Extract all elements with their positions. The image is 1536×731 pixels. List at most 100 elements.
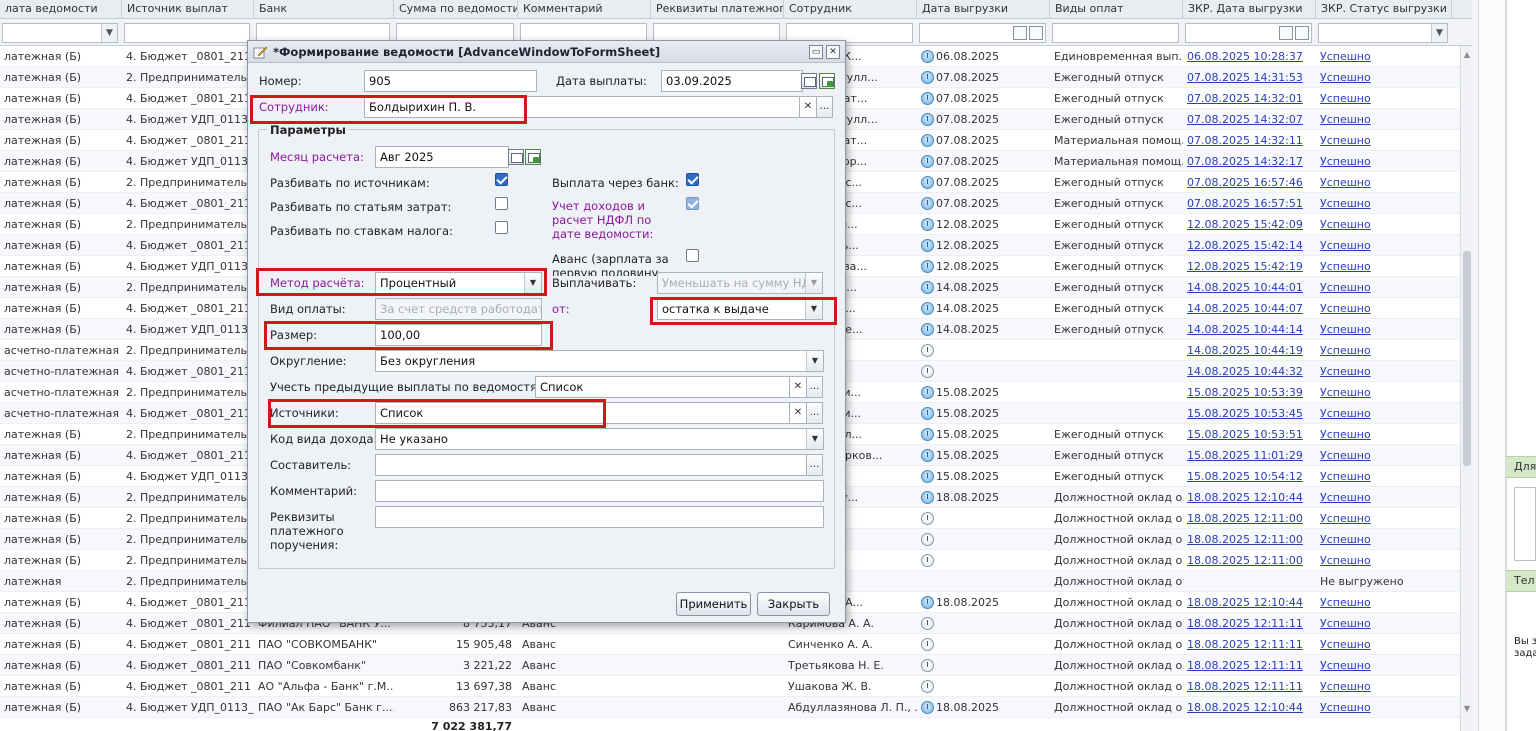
- zkr-status-link[interactable]: Успешно: [1320, 113, 1371, 126]
- calendar-icon[interactable]: [1013, 26, 1027, 40]
- column-header[interactable]: Дата выгрузки: [917, 0, 1050, 19]
- zkr-status-link[interactable]: Успешно: [1320, 239, 1371, 252]
- table-row[interactable]: латежная (Б) 4. Бюджет _0801_211 ПАО "Совк…: [0, 655, 1460, 676]
- zkr-status-link[interactable]: Успешно: [1320, 134, 1371, 147]
- zkr-status-link[interactable]: Успешно: [1320, 659, 1371, 672]
- split-tax-checkbox[interactable]: [495, 221, 508, 234]
- zkr-date-link[interactable]: 14.08.2025 10:44:14: [1187, 323, 1303, 336]
- zkr-date-link[interactable]: 15.08.2025 10:53:45: [1187, 407, 1303, 420]
- zkr-date-link[interactable]: 18.08.2025 12:11:00: [1187, 512, 1303, 525]
- zkr-date-link[interactable]: 07.08.2025 14:32:07: [1187, 113, 1303, 126]
- apply-button[interactable]: Применить: [676, 592, 751, 616]
- calendar-today-icon[interactable]: [819, 73, 835, 89]
- column-header[interactable]: Сотрудник: [784, 0, 917, 19]
- zkr-date-link[interactable]: 07.08.2025 16:57:46: [1187, 176, 1303, 189]
- zkr-date-link[interactable]: 07.08.2025 14:32:17: [1187, 155, 1303, 168]
- zkr-date-link[interactable]: 15.08.2025 10:53:51: [1187, 428, 1303, 441]
- bank-pay-checkbox[interactable]: [686, 173, 699, 186]
- scroll-up-icon[interactable]: ▲: [1462, 50, 1472, 60]
- close-button[interactable]: Закрыть: [757, 592, 830, 616]
- zkr-date-link[interactable]: 18.08.2025 12:11:00: [1187, 533, 1303, 546]
- zkr-date-link[interactable]: 14.08.2025 10:44:01: [1187, 281, 1303, 294]
- split-sources-checkbox[interactable]: [495, 173, 508, 186]
- zkr-date-link[interactable]: 18.08.2025 12:11:00: [1187, 554, 1303, 567]
- calendar-icon[interactable]: [1279, 26, 1293, 40]
- scroll-down-icon[interactable]: ▼: [1462, 704, 1472, 714]
- zkr-status-link[interactable]: Успешно: [1320, 50, 1371, 63]
- zkr-status-link[interactable]: Успешно: [1320, 470, 1371, 483]
- zkr-date-link[interactable]: 14.08.2025 10:44:32: [1187, 365, 1303, 378]
- zkr-date-link[interactable]: 18.08.2025 12:11:11: [1187, 638, 1303, 651]
- close-icon[interactable]: ✕: [826, 45, 840, 59]
- grid-vertical-scrollbar[interactable]: ▲ ▼: [1460, 46, 1472, 731]
- column-filter[interactable]: ▼: [1318, 23, 1448, 43]
- zkr-status-link[interactable]: Успешно: [1320, 302, 1371, 315]
- zkr-status-link[interactable]: Успешно: [1320, 71, 1371, 84]
- zkr-date-link[interactable]: 18.08.2025 12:10:44: [1187, 491, 1303, 504]
- column-header[interactable]: Виды оплат: [1050, 0, 1183, 19]
- column-filter[interactable]: [124, 23, 250, 43]
- calendar-today-icon[interactable]: [1295, 26, 1309, 40]
- zkr-date-link[interactable]: 15.08.2025 11:01:29: [1187, 449, 1303, 462]
- zkr-date-link[interactable]: 15.08.2025 10:53:39: [1187, 386, 1303, 399]
- zkr-date-link[interactable]: 12.08.2025 15:42:14: [1187, 239, 1303, 252]
- author-field[interactable]: [375, 454, 807, 476]
- calc-month-field[interactable]: Авг 2025: [375, 146, 509, 168]
- month-picker-icon[interactable]: [508, 149, 524, 165]
- number-field[interactable]: 905: [364, 70, 537, 92]
- panel-section-header-2[interactable]: Тел: [1506, 570, 1536, 592]
- clear-sources-icon[interactable]: ✕: [789, 402, 806, 424]
- month-current-icon[interactable]: [525, 149, 541, 165]
- clear-prev-icon[interactable]: ✕: [789, 376, 806, 398]
- comment-field[interactable]: [375, 480, 824, 502]
- pay-date-field[interactable]: 03.09.2025: [661, 70, 803, 92]
- column-filter[interactable]: [1052, 23, 1179, 43]
- dialog-titlebar[interactable]: *Формирование ведомости [AdvanceWindowTo…: [248, 41, 845, 63]
- zkr-status-link[interactable]: Успешно: [1320, 554, 1371, 567]
- zkr-status-link[interactable]: Успешно: [1320, 92, 1371, 105]
- zkr-status-link[interactable]: Успешно: [1320, 218, 1371, 231]
- ndfl-checkbox[interactable]: [686, 197, 699, 210]
- zkr-status-link[interactable]: Успешно: [1320, 617, 1371, 630]
- zkr-status-link[interactable]: Успешно: [1320, 155, 1371, 168]
- zkr-date-link[interactable]: 07.08.2025 14:32:01: [1187, 92, 1303, 105]
- calendar-today-icon[interactable]: [1029, 26, 1043, 40]
- panel-textbox[interactable]: [1514, 487, 1536, 561]
- requisites-field[interactable]: [375, 506, 824, 528]
- zkr-date-link[interactable]: 18.08.2025 12:10:44: [1187, 596, 1303, 609]
- zkr-date-link[interactable]: 18.08.2025 12:11:11: [1187, 617, 1303, 630]
- sources-select-button[interactable]: …: [806, 402, 823, 424]
- zkr-status-link[interactable]: Успешно: [1320, 491, 1371, 504]
- maximize-icon[interactable]: ▭: [809, 45, 823, 59]
- chevron-down-icon[interactable]: ▼: [101, 24, 117, 42]
- chevron-down-icon[interactable]: ▼: [805, 273, 822, 293]
- zkr-date-link[interactable]: 12.08.2025 15:42:19: [1187, 260, 1303, 273]
- clear-employee-icon[interactable]: ✕: [799, 96, 816, 118]
- zkr-status-link[interactable]: Успешно: [1320, 176, 1371, 189]
- zkr-status-link[interactable]: Успешно: [1320, 386, 1371, 399]
- column-header[interactable]: лата ведомости: [0, 0, 122, 19]
- prev-select-button[interactable]: …: [806, 376, 823, 398]
- zkr-date-link[interactable]: 18.08.2025 12:11:11: [1187, 659, 1303, 672]
- zkr-status-link[interactable]: Успешно: [1320, 197, 1371, 210]
- author-select-button[interactable]: …: [806, 454, 823, 476]
- column-header[interactable]: Комментарий: [518, 0, 651, 19]
- zkr-status-link[interactable]: Успешно: [1320, 323, 1371, 336]
- column-filter[interactable]: [1185, 23, 1312, 43]
- column-header[interactable]: Банк: [254, 0, 394, 19]
- zkr-date-link[interactable]: 12.08.2025 15:42:09: [1187, 218, 1303, 231]
- zkr-status-link[interactable]: Успешно: [1320, 260, 1371, 273]
- zkr-status-link[interactable]: Успешно: [1320, 428, 1371, 441]
- zkr-date-link[interactable]: 07.08.2025 14:31:53: [1187, 71, 1303, 84]
- zkr-status-link[interactable]: Успешно: [1320, 638, 1371, 651]
- chevron-down-icon[interactable]: ▼: [806, 351, 823, 371]
- zkr-status-link[interactable]: Успешно: [1320, 533, 1371, 546]
- zkr-status-link[interactable]: Успешно: [1320, 407, 1371, 420]
- panel-splitter[interactable]: [1478, 0, 1506, 731]
- column-filter[interactable]: ▼: [2, 23, 118, 43]
- zkr-date-link[interactable]: 14.08.2025 10:44:07: [1187, 302, 1303, 315]
- table-row[interactable]: латежная (Б) 4. Бюджет _0801_211 АО "Альфа…: [0, 676, 1460, 697]
- zkr-status-link[interactable]: Успешно: [1320, 680, 1371, 693]
- scroll-thumb[interactable]: [1463, 251, 1471, 466]
- pay-mode-select[interactable]: Уменьшать на сумму НДФ ▼: [657, 272, 823, 294]
